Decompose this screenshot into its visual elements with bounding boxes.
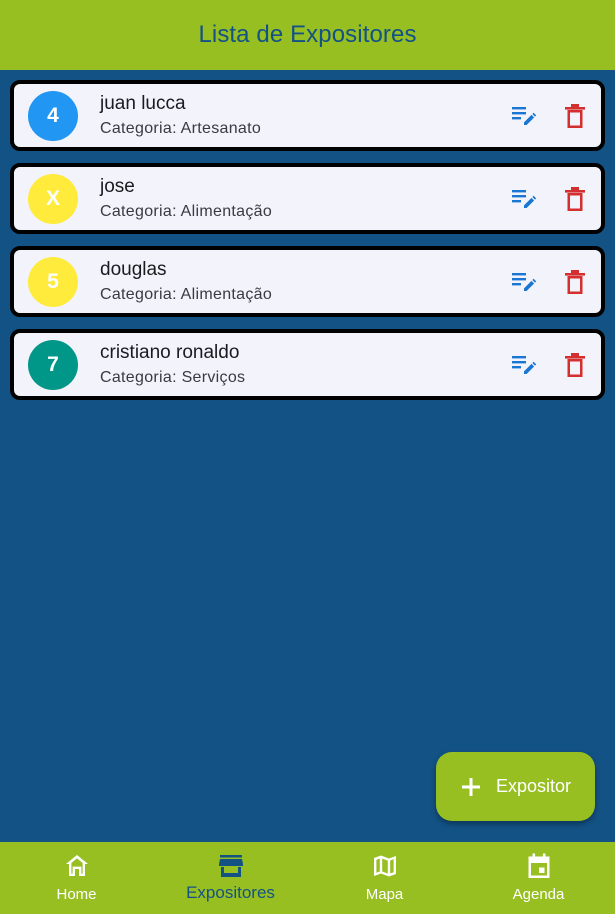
edit-note-icon — [512, 190, 537, 208]
bottom-navigation: Home Expositores Mapa Agenda — [0, 842, 615, 914]
nav-label-expositores: Expositores — [186, 883, 275, 902]
avatar: X — [28, 174, 78, 224]
calendar-icon — [528, 853, 549, 878]
delete-button[interactable] — [562, 184, 588, 214]
nav-label-agenda: Agenda — [512, 886, 565, 903]
nav-item-home[interactable]: Home — [0, 842, 153, 914]
nav-item-mapa[interactable]: Mapa — [308, 842, 461, 914]
exhibitor-name: cristiano ronaldo — [100, 342, 240, 363]
delete-button[interactable] — [562, 267, 588, 297]
exhibitor-card[interactable]: 7 cristiano ronaldo Categoria: Serviços — [10, 329, 605, 400]
avatar: 7 — [28, 340, 78, 390]
edit-note-icon — [512, 356, 537, 374]
plus-icon — [462, 778, 480, 796]
exhibitor-name: juan lucca — [100, 93, 186, 114]
exhibitor-category: Categoria: Alimentação — [100, 203, 273, 220]
home-icon — [65, 855, 88, 876]
edit-button[interactable] — [509, 101, 539, 131]
avatar: 5 — [28, 257, 78, 307]
trash-icon — [565, 187, 585, 211]
store-icon — [218, 855, 243, 877]
exhibitor-card[interactable]: X jose Categoria: Alimentação — [10, 163, 605, 234]
map-icon — [373, 855, 396, 877]
exhibitor-name: jose — [100, 176, 135, 197]
trash-icon — [565, 353, 585, 377]
edit-button[interactable] — [509, 184, 539, 214]
exhibitor-category: Categoria: Alimentação — [100, 286, 273, 303]
avatar: 4 — [28, 91, 78, 141]
delete-button[interactable] — [562, 101, 588, 131]
trash-icon — [565, 104, 585, 128]
exhibitor-list: 4 juan lucca Categoria: Artesanato X jos… — [10, 80, 605, 412]
exhibitor-name: douglas — [100, 259, 167, 280]
edit-button[interactable] — [509, 267, 539, 297]
exhibitor-category: Categoria: Serviços — [100, 369, 246, 386]
edit-button[interactable] — [509, 350, 539, 380]
exhibitor-card[interactable]: 5 douglas Categoria: Alimentação — [10, 246, 605, 317]
edit-note-icon — [512, 107, 537, 125]
nav-label-mapa: Mapa — [365, 886, 404, 903]
nav-label-home: Home — [56, 886, 97, 903]
add-exhibitor-label: Expositor — [496, 776, 572, 796]
edit-note-icon — [512, 273, 537, 291]
add-exhibitor-button[interactable]: Expositor — [436, 752, 595, 821]
nav-item-expositores[interactable]: Expositores — [154, 842, 307, 914]
delete-button[interactable] — [562, 350, 588, 380]
nav-item-agenda[interactable]: Agenda — [462, 842, 615, 914]
trash-icon — [565, 270, 585, 294]
app-bar: Lista de Expositores — [0, 0, 615, 70]
exhibitor-category: Categoria: Artesanato — [100, 120, 262, 137]
page-title: Lista de Expositores — [198, 21, 417, 48]
exhibitor-card[interactable]: 4 juan lucca Categoria: Artesanato — [10, 80, 605, 151]
